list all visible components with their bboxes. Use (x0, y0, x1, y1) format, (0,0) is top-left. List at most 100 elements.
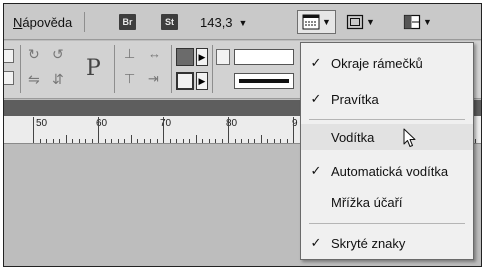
control-separator (114, 45, 115, 93)
stroke-swatch[interactable] (176, 72, 194, 90)
ruler-tick (65, 135, 67, 143)
ruler-tick (189, 139, 190, 143)
ruler-tick (46, 139, 47, 143)
checkmark-icon: ✓ (310, 55, 322, 70)
distribute-vertical-icon[interactable]: ⊥ (124, 46, 135, 62)
ruler-tick (241, 139, 242, 143)
ruler-tick (208, 139, 210, 143)
distribute-center-icon[interactable]: ⊤ (124, 71, 135, 87)
menu-item-rulers[interactable]: ✓ Pravítka (301, 86, 473, 112)
checkmark-icon: ✓ (310, 235, 322, 250)
stroke-weight-field[interactable] (234, 49, 294, 65)
help-mnemonic: N (13, 15, 23, 30)
ruler-tick (202, 139, 203, 143)
ruler-tick (254, 139, 255, 143)
control-separator (212, 45, 213, 93)
ruler-tick (130, 135, 132, 143)
ruler-tick (111, 139, 112, 143)
menu-item-baseline-grid[interactable]: Mřížka účaří (301, 189, 473, 215)
ruler-tick (475, 139, 476, 143)
chevron-down-icon: ▼ (366, 17, 375, 27)
ruler-tick (293, 117, 294, 143)
chevron-down-icon: ▼ (238, 18, 248, 28)
control-separator (20, 45, 21, 93)
ruler-tick (267, 139, 268, 143)
ruler-tick (195, 135, 197, 143)
screen-mode-icon (346, 14, 364, 30)
ruler-tick (78, 139, 80, 143)
menu-item-frame-edges[interactable]: ✓ Okraje rámečků (301, 50, 473, 76)
control-separator (171, 45, 172, 93)
stroke-type-preview (239, 79, 289, 83)
stroke-menu-arrow-icon[interactable]: ▶ (196, 72, 208, 90)
view-options-button[interactable]: ▼ (297, 10, 336, 34)
ruler-tick (156, 139, 158, 143)
view-options-menu: ✓ Okraje rámečků ✓ Pravítka Vodítka ✓ Au… (300, 42, 474, 260)
ruler-tick (215, 139, 216, 143)
distribute-right-icon[interactable]: ⇥ (148, 71, 159, 87)
menu-item-smart-guides[interactable]: ✓ Automatická vodítka (301, 158, 473, 184)
stroke-weight-stepper[interactable] (216, 49, 230, 65)
rotate-ccw-icon[interactable]: ↺ (52, 46, 64, 63)
checkmark-icon: ✓ (310, 91, 322, 106)
app-window: Nápověda Br St 143,3 ▼ ▼ ▼ ▼ ↻ ↺ ⇋ ⇵ P ⊥… (3, 3, 482, 267)
ruler-tick (137, 139, 138, 143)
chevron-down-icon: ▼ (423, 17, 432, 27)
arrange-documents-button[interactable]: ▼ (399, 10, 436, 34)
ruler-tick (234, 139, 236, 143)
ruler-tick (247, 139, 249, 143)
ruler-tick (72, 139, 73, 143)
ruler-tick (228, 117, 229, 143)
help-label-rest: ápověda (22, 15, 73, 30)
arrange-documents-icon (403, 14, 421, 30)
mouse-pointer-icon (403, 128, 416, 147)
ruler-tick (182, 139, 184, 143)
menu-item-guides[interactable]: Vodítka (301, 124, 473, 150)
zoom-level-select[interactable]: 143,3 ▼ (200, 15, 247, 30)
control-field[interactable] (4, 71, 14, 85)
ruler-tick (150, 139, 151, 143)
flip-horizontal-icon[interactable]: ⇋ (28, 71, 40, 88)
ruler-tick (124, 139, 125, 143)
menu-item-label: Okraje rámečků (331, 55, 423, 71)
fill-swatch[interactable] (176, 48, 194, 66)
flip-vertical-icon[interactable]: ⇵ (52, 71, 64, 88)
menu-item-label: Pravítka (331, 91, 379, 107)
menu-item-hidden-characters[interactable]: ✓ Skryté znaky (301, 230, 473, 256)
ruler-tick (169, 139, 171, 143)
stock-button[interactable]: St (161, 14, 178, 30)
ruler-tick (52, 139, 54, 143)
view-options-icon (302, 14, 320, 30)
zoom-value: 143,3 (200, 15, 233, 30)
menu-separator (84, 12, 85, 32)
menu-item-label: Skryté znaky (331, 235, 406, 251)
stroke-type-select[interactable] (234, 73, 294, 89)
ruler-tick (117, 139, 119, 143)
checkmark-icon: ✓ (310, 163, 322, 178)
ruler-tick (273, 139, 275, 143)
ruler-tick (85, 139, 86, 143)
ruler-tick (176, 139, 177, 143)
control-field[interactable] (4, 49, 14, 63)
bridge-button[interactable]: Br (119, 14, 136, 30)
ruler-label: 50 (36, 118, 48, 129)
fill-menu-arrow-icon[interactable]: ▶ (196, 48, 208, 66)
ruler-tick (143, 139, 145, 143)
ruler-tick (286, 139, 288, 143)
distribute-left-icon[interactable]: ↔ (148, 46, 161, 61)
ruler-tick (482, 139, 483, 143)
ruler-label: 70 (160, 118, 172, 129)
ruler-tick (59, 139, 60, 143)
ruler-tick (98, 117, 99, 143)
ruler-tick (163, 117, 164, 143)
ruler-tick (104, 139, 106, 143)
menu-item-label: Automatická vodítka (331, 163, 449, 179)
rotate-cw-icon[interactable]: ↻ (28, 46, 40, 63)
text-frame-proxy: P (86, 56, 101, 81)
menu-item-label: Mřížka účaří (331, 194, 403, 210)
ruler-tick (33, 117, 34, 143)
ruler-tick (260, 135, 262, 143)
ruler-tick (91, 139, 93, 143)
screen-mode-button[interactable]: ▼ (342, 10, 379, 34)
menu-help[interactable]: Nápověda (13, 15, 72, 30)
